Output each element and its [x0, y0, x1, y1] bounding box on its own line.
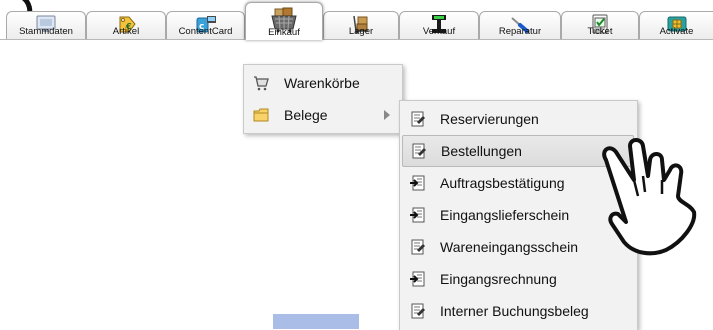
tab-bar-baseline [0, 39, 713, 40]
tab-label: Ticket [587, 26, 613, 37]
tab-artikel[interactable]: € Artikel [86, 11, 166, 39]
tab-activate[interactable]: Activate [639, 11, 713, 39]
tab-ticket[interactable]: Ticket [561, 11, 639, 39]
menu-item-warenkoerbe[interactable]: Warenkörbe [244, 67, 402, 99]
tab-verkauf[interactable]: Verkauf [399, 11, 479, 39]
submenu-item-label: Eingangsrechnung [440, 271, 557, 287]
document-edit-icon [411, 111, 425, 127]
document-import-icon [410, 175, 425, 191]
module-tab-bar: Stammdaten € Artikel c ContentCard Einka… [0, 0, 713, 40]
tab-stammdaten[interactable]: Stammdaten [6, 11, 86, 39]
partial-blue-panel [273, 314, 359, 329]
tab-label: Lager [348, 26, 374, 37]
tab-lager[interactable]: Lager [323, 11, 399, 39]
tab-label: Verkauf [422, 26, 456, 37]
submenu-arrow-icon [384, 110, 390, 120]
tab-label: Einkauf [268, 27, 300, 38]
document-import-icon [410, 207, 425, 223]
submenu-item-eingangsrechnung[interactable]: Eingangsrechnung [400, 263, 637, 295]
submenu-item-label: Wareneingangsschein [440, 239, 579, 255]
tab-einkauf[interactable]: Einkauf [245, 2, 323, 40]
menu-item-label: Belege [284, 107, 328, 123]
tab-label: Stammdaten [19, 26, 73, 37]
menu-item-belege[interactable]: Belege [244, 99, 402, 131]
document-edit-icon [411, 303, 425, 319]
submenu-item-interner-buchungsbeleg[interactable]: Interner Buchungsbeleg [400, 295, 637, 327]
folder-icon [253, 108, 269, 122]
submenu-item-label: Reservierungen [440, 111, 539, 127]
document-edit-icon [411, 239, 425, 255]
menu-item-label: Warenkörbe [284, 75, 360, 91]
shopping-cart-icon [254, 76, 269, 91]
tab-label: ContentCard [178, 26, 233, 37]
document-edit-icon [412, 143, 426, 159]
einkauf-dropdown-menu: Warenkörbe Belege [243, 64, 403, 134]
submenu-item-label: Bestellungen [441, 143, 522, 159]
pointing-hand-cursor-icon [602, 138, 697, 256]
submenu-item-label: Auftragsbestätigung [440, 175, 565, 191]
document-import-icon [410, 271, 425, 287]
submenu-item-label: Eingangslieferschein [440, 207, 570, 223]
tab-contentcard[interactable]: c ContentCard [166, 11, 245, 39]
tab-label: Reparatur [498, 26, 542, 37]
submenu-item-label: Interner Buchungsbeleg [440, 303, 589, 319]
tab-reparatur[interactable]: Reparatur [479, 11, 561, 39]
submenu-item-reservierungen[interactable]: Reservierungen [400, 103, 637, 135]
tab-label: Artikel [112, 26, 140, 37]
tab-label: Activate [659, 26, 694, 37]
